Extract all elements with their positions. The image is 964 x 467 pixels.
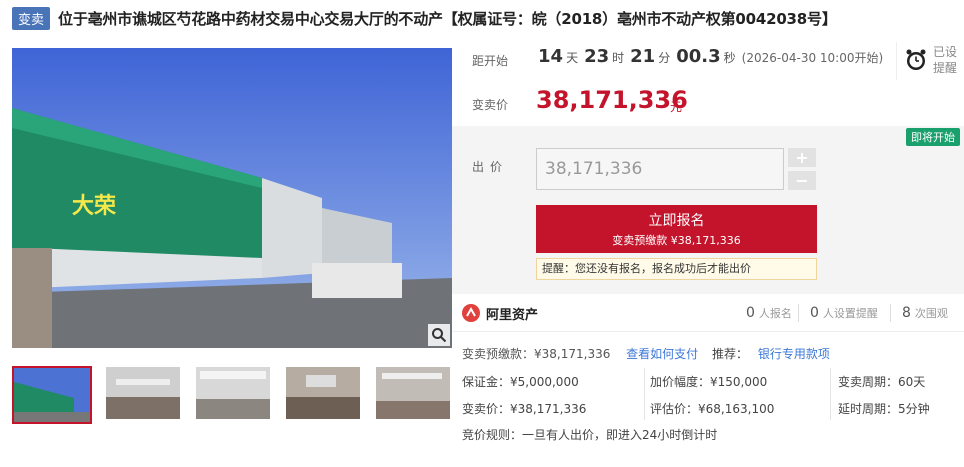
minutes-unit: 分 [658,51,671,65]
countdown-row: 距开始 14 天 23 时 21 分 00.3 秒 (2026-04-30 10:00开… [452,36,964,82]
recommend-label: 推荐： [712,347,749,361]
signup-deposit: 变卖预缴款 ¥38,171,336 [612,234,741,247]
seconds-unit: 秒 [723,51,736,65]
how-to-pay-link[interactable]: 查看如何支付 [626,347,698,361]
signup-button[interactable]: 立即报名 变卖预缴款 ¥38,171,336 [536,205,817,253]
title-bar: 变卖 位于亳州市谯城区芍花路中药材交易中心交易大厅的不动产【权属证号：皖（201… [0,0,964,36]
divider [890,304,891,322]
reminder-button[interactable]: 已设提醒 [896,42,958,80]
appraisal-info: 评估价：¥68,163,100 [650,402,775,416]
price-row: 变卖价 38,171,336 元 [452,82,964,126]
signup-count: 0 人报名 [746,305,792,321]
reminder-count-label: 人设置提醒 [822,307,878,320]
divider [798,304,799,322]
days-unit: 天 [566,51,579,65]
countdown: 14 天 23 时 21 分 00.3 秒 (2026-04-30 10:00开始) [538,46,883,67]
reminder-label: 已设提醒 [933,45,958,75]
view-count-value: 8 [902,305,911,321]
reminder-count: 0 人设置提醒 [810,305,878,321]
signup-count-value: 0 [746,305,755,321]
countdown-hours: 23 [584,46,610,67]
start-time: (2026-04-30 10:00开始) [741,51,884,65]
countdown-days: 14 [538,46,564,67]
ali-asset-logo-icon [462,304,480,322]
brand-name: 阿里资产 [486,308,539,323]
signup-count-label: 人报名 [758,307,792,320]
stats-row: 阿里资产 0 人报名 0 人设置提醒 8 次围观 [452,294,964,332]
period-info: 变卖周期：60天 [838,375,926,389]
page-title: 位于亳州市谯城区芍花路中药材交易中心交易大厅的不动产【权属证号：皖（2018）亳… [58,9,837,28]
countdown-label: 距开始 [472,54,509,68]
bid-label: 出价 [472,160,509,174]
increment-info: 加价幅度：¥150,000 [650,375,768,389]
thumbnail-strip [12,366,452,425]
auction-panel: 距开始 14 天 23 时 21 分 00.3 秒 (2026-04-30 10:00开… [452,36,964,467]
signup-label: 立即报名 [648,213,705,229]
building-photo: 大荣 [12,48,452,348]
current-price: 38,171,336 [536,86,688,114]
sale-type-badge: 变卖 [12,6,51,30]
zoom-icon[interactable] [428,324,450,346]
thumbnail-5[interactable] [376,367,450,419]
view-count-label: 次围观 [914,307,948,320]
countdown-minutes: 21 [630,46,656,67]
thumbnail-2[interactable] [106,367,180,419]
divider [644,368,645,420]
thumbnail-3[interactable] [196,367,270,419]
bail-info: 保证金：¥5,000,000 [462,375,579,389]
bid-input[interactable]: 38,171,336 [536,148,784,190]
bid-rule: 竞价规则：一旦有人出价，即进入24小时倒计时 [462,428,718,442]
thumbnail-1[interactable] [12,366,92,424]
countdown-seconds: 00.3 [676,46,721,67]
price-label: 变卖价 [472,98,509,112]
view-count: 8 次围观 [902,305,948,321]
bank-loan-link[interactable]: 银行专用款项 [758,347,830,361]
deposit-line: 变卖预缴款：¥38,171,336 查看如何支付 推荐： 银行专用款项 [462,345,830,362]
svg-text:大荣: 大荣 [72,193,116,219]
sell-price-info: 变卖价：¥38,171,336 [462,402,587,416]
divider [830,368,831,420]
alarm-clock-icon [906,49,926,70]
thumbnail-4[interactable] [286,367,360,419]
deposit-amount: 变卖预缴款：¥38,171,336 [462,347,611,361]
bid-area: 即将开始 出价 38,171,336 + − 立即报名 变卖预缴款 ¥38,17… [452,126,964,294]
delay-info: 延时周期：5分钟 [838,402,930,416]
hours-unit: 时 [612,51,625,65]
main-photo[interactable]: 大荣 [12,48,452,348]
decrease-button[interactable]: − [788,171,816,190]
signup-tip: 提醒：您还没有报名，报名成功后才能出价 [536,258,817,280]
increase-button[interactable]: + [788,148,816,167]
reminder-count-value: 0 [810,305,819,321]
price-unit: 元 [670,100,683,114]
status-badge: 即将开始 [906,128,960,146]
